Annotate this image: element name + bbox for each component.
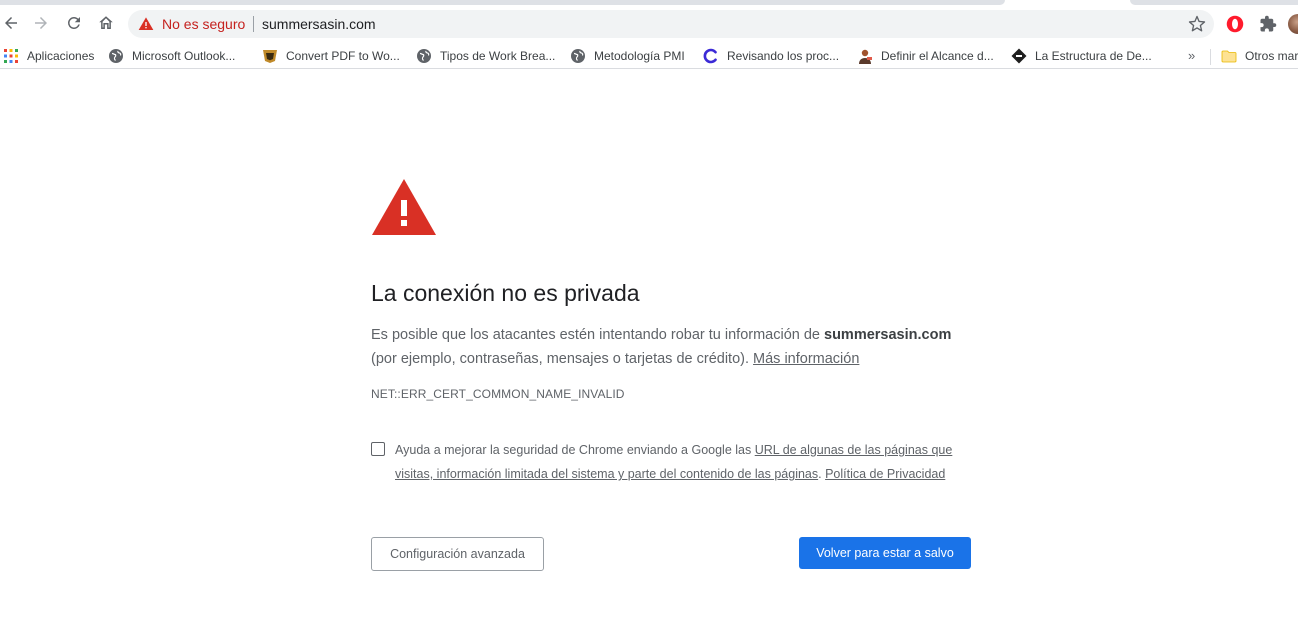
- bookmarks-overflow-button[interactable]: »: [1188, 48, 1195, 63]
- reload-button[interactable]: [60, 9, 88, 37]
- star-icon[interactable]: [1188, 15, 1206, 33]
- tab-strip-bar: [0, 0, 1005, 5]
- security-status-chip[interactable]: No es seguro: [162, 16, 245, 32]
- other-bookmarks-folder[interactable]: Otros mar: [1221, 46, 1298, 66]
- back-to-safety-button[interactable]: Volver para estar a salvo: [799, 537, 971, 569]
- arrow-left-icon: [5, 17, 17, 29]
- bookmark-item[interactable]: Tipos de Work Brea...: [416, 46, 555, 66]
- other-bookmarks-label: Otros mar: [1245, 49, 1298, 63]
- tab-strip-bar-right: [1130, 0, 1298, 5]
- bookmark-item[interactable]: Metodología PMI: [570, 46, 685, 66]
- warning-triangle-icon: [372, 179, 436, 235]
- c-logo-icon: [703, 48, 717, 64]
- profile-avatar[interactable]: [1288, 14, 1298, 34]
- more-info-link[interactable]: Más información: [753, 351, 859, 367]
- pdf-converter-icon: [263, 50, 277, 63]
- opera-icon[interactable]: [1226, 15, 1244, 33]
- bookmark-label: Aplicaciones: [27, 49, 95, 63]
- forward-button[interactable]: [27, 9, 55, 37]
- bookmark-item[interactable]: Convert PDF to Wo...: [262, 46, 400, 66]
- bookmark-item[interactable]: La Estructura de De...: [1011, 46, 1152, 66]
- error-code: NET::ERR_CERT_COMMON_NAME_INVALID: [371, 387, 625, 401]
- home-button[interactable]: [92, 9, 120, 37]
- privacy-policy-link[interactable]: Política de Privacidad: [825, 467, 945, 481]
- bookmark-label: Tipos de Work Brea...: [440, 49, 556, 63]
- person-icon: [859, 49, 872, 64]
- bookmark-label: Revisando los proc...: [727, 49, 840, 63]
- bookmarks-bar: Aplicaciones Microsoft Outlook... Conver…: [0, 43, 1298, 69]
- apps-grid-icon: [4, 49, 18, 63]
- error-description: Es posible que los atacantes estén inten…: [371, 323, 971, 371]
- bookmark-item[interactable]: Microsoft Outlook...: [108, 46, 235, 66]
- bookmark-apps[interactable]: Aplicaciones: [3, 46, 94, 66]
- diamond-icon: [1011, 48, 1027, 64]
- optin-label: Ayuda a mejorar la seguridad de Chrome e…: [395, 438, 975, 486]
- browser-toolbar: No es seguro summersasin.com: [0, 6, 1298, 42]
- optin-checkbox[interactable]: [371, 442, 385, 456]
- bookmark-label: Microsoft Outlook...: [132, 49, 236, 63]
- page-title: La conexión no es privada: [371, 280, 640, 306]
- bookmarks-divider: [1210, 49, 1211, 65]
- bookmark-label: Metodología PMI: [594, 49, 685, 63]
- globe-icon: [109, 49, 123, 63]
- site-domain: summersasin.com: [824, 327, 952, 343]
- omnibox-divider: [253, 16, 254, 32]
- globe-icon: [417, 49, 431, 63]
- warning-triangle-icon[interactable]: [138, 16, 154, 32]
- bookmark-label: Definir el Alcance d...: [881, 49, 994, 63]
- bookmark-item[interactable]: Revisando los proc...: [703, 46, 839, 66]
- globe-icon: [571, 49, 585, 63]
- back-button[interactable]: [0, 9, 25, 37]
- address-bar[interactable]: No es seguro summersasin.com: [128, 10, 1214, 38]
- url-text[interactable]: summersasin.com: [262, 16, 376, 32]
- bookmark-label: Convert PDF to Wo...: [286, 49, 400, 63]
- description-text: Es posible que los atacantes estén inten…: [371, 327, 825, 343]
- arrow-right-icon: [35, 17, 47, 29]
- description-text-continued: (por ejemplo, contraseñas, mensajes o ta…: [371, 351, 754, 367]
- bookmark-label: La Estructura de De...: [1035, 49, 1152, 63]
- home-icon: [99, 16, 113, 29]
- bookmark-item[interactable]: Definir el Alcance d...: [857, 46, 994, 66]
- advanced-button[interactable]: Configuración avanzada: [371, 537, 544, 571]
- folder-icon: [1221, 50, 1237, 63]
- optin-label-text: Ayuda a mejorar la seguridad de Chrome e…: [395, 443, 755, 457]
- puzzle-icon[interactable]: [1259, 15, 1277, 33]
- reload-icon: [67, 16, 80, 29]
